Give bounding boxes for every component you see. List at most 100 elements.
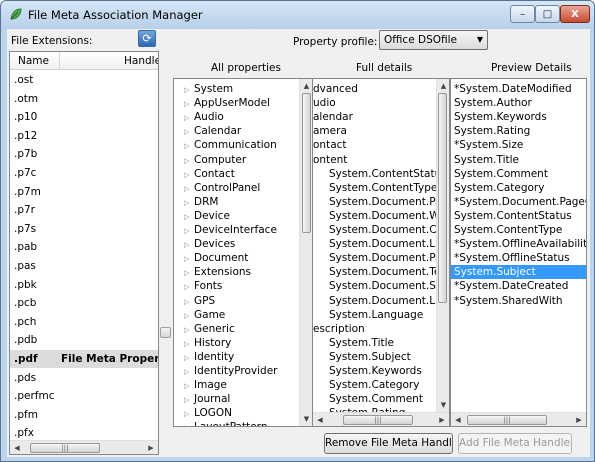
expand-triangle-icon[interactable]: ▷ [184, 210, 194, 224]
preview-details-list[interactable]: *System.DateModified System.Author System.… [450, 78, 587, 427]
full-detail-item[interactable]: System.ContentStatus [329, 167, 436, 181]
expand-triangle-icon[interactable]: ▷ [184, 196, 194, 210]
column-divider[interactable] [59, 52, 60, 69]
preview-details-hscrollbar[interactable]: ◀ ||| ▶ [451, 412, 586, 426]
property-tree-node[interactable]: ▷ Device [184, 209, 230, 223]
hscroll-thumb[interactable]: ||| [30, 443, 100, 453]
hscroll-thumb[interactable]: ||| [467, 415, 547, 425]
preview-detail-item[interactable]: *System.SharedWith [454, 294, 563, 308]
full-detail-item[interactable]: System.Language [329, 308, 423, 322]
expand-triangle-icon[interactable]: ▷ [184, 351, 194, 365]
scroll-left-icon[interactable]: ◀ [10, 441, 24, 454]
preview-detail-item[interactable]: System.Category [454, 181, 544, 195]
preview-detail-item[interactable]: *System.OfflineStatus [454, 251, 570, 265]
preview-detail-item[interactable]: System.Subject [451, 265, 586, 280]
property-tree-node[interactable]: ▷ Audio [184, 110, 224, 124]
splitter-grip[interactable] [160, 327, 171, 338]
expand-triangle-icon[interactable]: ▷ [184, 309, 194, 323]
extension-row[interactable]: .pbk [10, 276, 158, 294]
property-tree-node[interactable]: ▷ ControlPanel [184, 181, 260, 195]
close-button[interactable]: X [560, 5, 590, 23]
property-tree-node[interactable]: ▷ DeviceInterface [184, 223, 277, 237]
extension-row[interactable]: .perfmc [10, 387, 158, 405]
add-handler-button[interactable]: Add File Meta Handler [458, 433, 572, 454]
extension-row[interactable]: .pfm [10, 406, 158, 424]
vscroll-thumb[interactable] [302, 93, 311, 233]
full-detail-item[interactable]: System.Keywords [329, 364, 422, 378]
property-tree-node[interactable]: ▷ DRM [184, 195, 218, 209]
property-tree-node[interactable]: ▷ Document [184, 251, 248, 265]
column-header-name[interactable]: Name [18, 55, 49, 67]
expand-triangle-icon[interactable]: ▷ [184, 295, 194, 309]
property-tree-node[interactable]: ▷ Contact [184, 167, 235, 181]
extension-row[interactable]: .p7b [10, 145, 158, 163]
preview-detail-item[interactable]: System.Rating [454, 124, 530, 138]
all-properties-tree[interactable]: ▷ System ▷ AppUserModel ▷ Audio ▷ Calendar ▷ Comm… [173, 78, 314, 427]
extension-row[interactable]: .ost [10, 71, 158, 89]
scroll-right-icon[interactable]: ▶ [435, 413, 449, 426]
full-detail-item[interactable]: System.Category [329, 378, 419, 392]
extension-row[interactable]: .p7m [10, 183, 158, 201]
extension-row[interactable]: .p7c [10, 164, 158, 182]
scroll-right-icon[interactable]: ▶ [144, 441, 158, 454]
full-detail-item[interactable]: udio [313, 96, 336, 110]
extensions-hscrollbar[interactable]: ◀ ||| ▶ [10, 440, 158, 454]
preview-detail-item[interactable]: System.Keywords [454, 110, 547, 124]
property-tree-node[interactable]: ▷ GPS [184, 294, 215, 308]
full-detail-item[interactable]: dvanced [313, 82, 358, 96]
scroll-right-icon[interactable]: ▶ [572, 413, 586, 426]
extensions-list[interactable]: Name Handle .ost .otm .p10 .p12 .p7b .p7c .p7m… [9, 51, 159, 455]
property-tree-node[interactable]: ▷ Generic [184, 322, 235, 336]
expand-triangle-icon[interactable]: ▷ [184, 379, 194, 393]
title-bar[interactable]: File Meta Association Manager – □ X [1, 1, 594, 29]
full-details-list[interactable]: dvanced udio alendar amera ontact ontent Syste… [312, 78, 450, 427]
extension-row[interactable]: .p7s [10, 220, 158, 238]
preview-detail-item[interactable]: System.Title [454, 153, 519, 167]
property-tree-node[interactable]: ▷LayoutPattern [184, 420, 267, 426]
extension-row[interactable]: .p12 [10, 127, 158, 145]
extension-row[interactable]: .pdf File Meta Property [10, 350, 158, 368]
property-tree-node[interactable]: ▷ Identity [184, 350, 234, 364]
extension-row[interactable]: .p7r [10, 201, 158, 219]
hscroll-thumb[interactable]: ||| [343, 415, 413, 425]
expand-triangle-icon[interactable]: ▷ [184, 182, 194, 196]
preview-detail-item[interactable]: System.Author [454, 96, 532, 110]
extension-row[interactable]: .pcb [10, 294, 158, 312]
full-detail-item[interactable]: System.Document.Scale [329, 279, 436, 293]
preview-detail-item[interactable]: *System.Document.PageCount [454, 195, 586, 209]
extension-row[interactable]: .p10 [10, 108, 158, 126]
full-detail-item[interactable]: System.Comment [329, 392, 423, 406]
full-details-hscrollbar[interactable]: ◀ ||| ▶ [313, 412, 449, 426]
full-detail-item[interactable]: ontact [313, 138, 347, 152]
property-tree-node[interactable]: ▷ Game [184, 308, 225, 322]
expand-triangle-icon[interactable]: ▷ [184, 337, 194, 351]
expand-triangle-icon[interactable]: ▷ [184, 252, 194, 266]
preview-detail-item[interactable]: *System.Size [454, 138, 523, 152]
property-tree-node[interactable]: ▷ System [184, 82, 233, 96]
extension-row[interactable]: .pas [10, 257, 158, 275]
preview-detail-item[interactable]: System.Comment [454, 167, 548, 181]
remove-handler-button[interactable]: Remove File Meta Handler [324, 433, 453, 454]
maximize-button[interactable]: □ [535, 5, 560, 23]
full-detail-item[interactable]: System.Document.WordCount [329, 209, 436, 223]
preview-detail-item[interactable]: System.ContentStatus [454, 209, 572, 223]
scroll-left-icon[interactable]: ◀ [451, 413, 465, 426]
expand-triangle-icon[interactable]: ▷ [184, 111, 194, 125]
property-tree-node[interactable]: ▷ Communication [184, 138, 277, 152]
preview-detail-item[interactable]: *System.DateCreated [454, 279, 568, 293]
full-detail-item[interactable]: System.Document.LinksDirty [329, 294, 436, 308]
refresh-button[interactable]: ⟳ [138, 30, 156, 47]
property-tree-node[interactable]: ▷ Fonts [184, 279, 222, 293]
full-detail-item[interactable]: System.Title [329, 336, 394, 350]
full-detail-item[interactable]: amera [313, 124, 347, 138]
expand-triangle-icon[interactable]: ▷ [184, 139, 194, 153]
vscroll-thumb[interactable] [438, 93, 447, 303]
minimize-button[interactable]: – [510, 5, 535, 23]
preview-detail-item[interactable]: *System.OfflineAvailability [454, 237, 586, 251]
expand-triangle-icon[interactable]: ▷ [184, 154, 194, 168]
extension-row[interactable]: .pdb [10, 331, 158, 349]
all-properties-vscrollbar[interactable]: ▲ ▼ [299, 79, 313, 426]
full-detail-item[interactable]: System.Document.LineCount [329, 237, 436, 251]
property-tree-node[interactable]: ▷ Image [184, 378, 227, 392]
expand-triangle-icon[interactable]: ▷ [184, 393, 194, 407]
